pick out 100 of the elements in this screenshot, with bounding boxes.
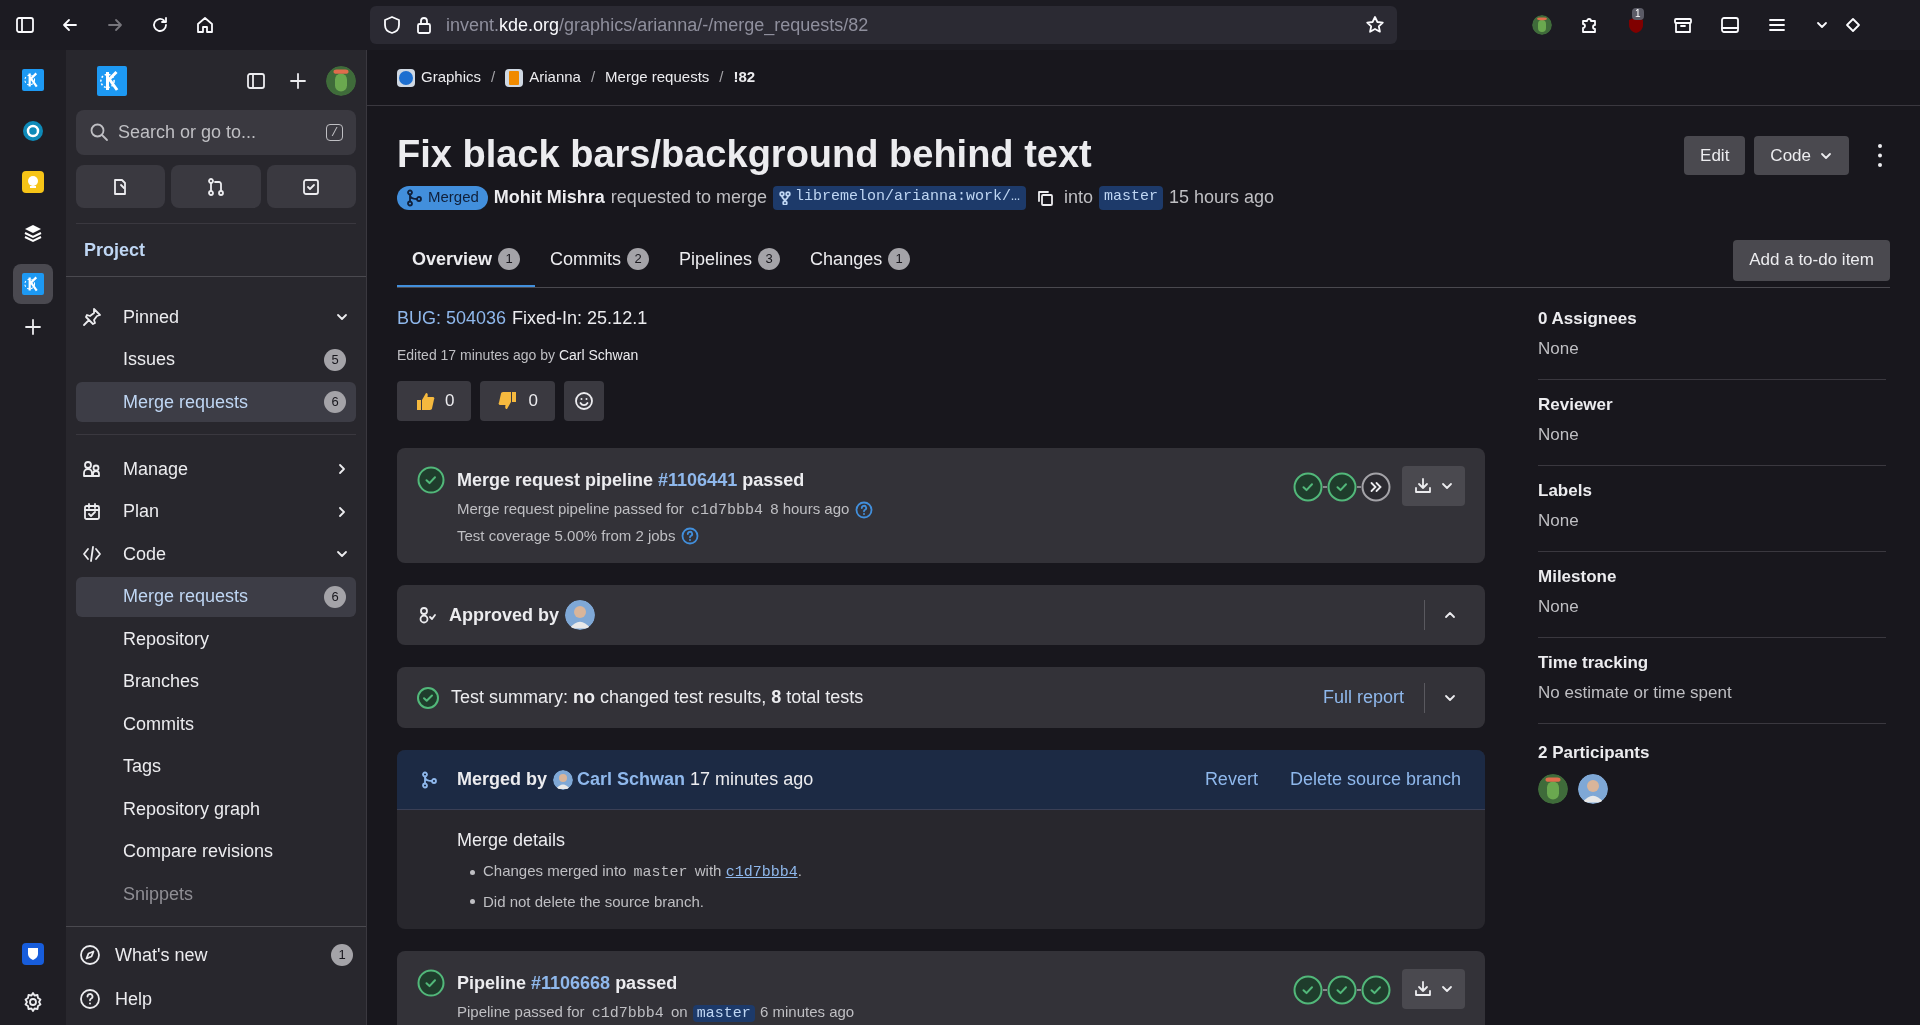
tab[interactable]: Commits 2: [535, 233, 665, 287]
nav-section[interactable]: Manage: [76, 449, 356, 489]
sidebar-toggle-icon[interactable]: [246, 71, 266, 91]
extension-badge: 1: [1632, 8, 1644, 20]
nav-item[interactable]: Tags: [76, 746, 356, 787]
nav-item[interactable]: Snippets: [76, 874, 356, 914]
pipeline-link[interactable]: #1106668: [531, 973, 611, 993]
author-link[interactable]: Carl Schwan: [558, 347, 639, 363]
code-dropdown[interactable]: Code: [1754, 136, 1849, 175]
sidebar-toggle-icon[interactable]: [15, 15, 35, 35]
nav-section[interactable]: Code: [76, 534, 356, 574]
action-link[interactable]: Revert: [1204, 766, 1258, 793]
issue-button[interactable]: [76, 165, 166, 208]
passed-stage-icon[interactable]: [1361, 975, 1391, 1005]
smiley-icon: [573, 391, 594, 411]
help-icon[interactable]: [681, 526, 700, 545]
ring-icon: [22, 120, 44, 142]
puzzle-icon[interactable]: [1579, 15, 1599, 35]
approvers-icon: [417, 605, 437, 625]
skipped-stage-icon[interactable]: [1361, 472, 1391, 502]
tab[interactable]: Overview 1: [397, 233, 536, 287]
sidebar-heading: Reviewer: [1538, 394, 1614, 416]
breadcrumb-link[interactable]: !82: [733, 66, 756, 89]
user-avatar: [326, 66, 356, 96]
lock-icon: [414, 15, 434, 35]
star-icon[interactable]: [1365, 15, 1385, 35]
nav-item[interactable]: Repository: [76, 619, 356, 659]
add-reaction-button[interactable]: [563, 381, 604, 421]
add-icon[interactable]: [288, 71, 308, 91]
count-badge: 6: [324, 391, 346, 413]
thumbs-up-icon: [414, 390, 436, 412]
address-bar[interactable]: invent.kde.org/graphics/arianna/-/merge_requests/82: [370, 6, 1397, 44]
url-text: invent.kde.org/graphics/arianna/-/merge_requests/82: [446, 13, 869, 38]
commit-link[interactable]: c1d7bbb4: [725, 864, 798, 881]
count-badge: 2: [627, 248, 650, 270]
add-todo-button[interactable]: Add a to-do item: [1733, 239, 1890, 281]
app-button[interactable]: [13, 264, 53, 304]
tab[interactable]: Changes 1: [795, 233, 926, 287]
sidebar-value: No estimate or time spent: [1538, 681, 1733, 704]
tab[interactable]: Pipelines 3: [664, 233, 796, 287]
test-summary-text: Test summary: no changed test results, 8 total tests: [451, 686, 864, 709]
bug-link[interactable]: BUG: 504036: [397, 305, 507, 332]
pipeline-link[interactable]: #1106441: [658, 470, 738, 490]
edit-button[interactable]: Edit: [1684, 136, 1746, 175]
copy-icon[interactable]: [1036, 188, 1054, 207]
reaction-button[interactable]: 0: [397, 381, 472, 421]
breadcrumb-separator: /: [590, 67, 596, 88]
nav-section[interactable]: Plan: [76, 491, 356, 532]
user-link[interactable]: Carl Schwan: [577, 766, 686, 793]
pipeline-title: Pipeline #1106668 passed: [457, 972, 679, 995]
todo-icon: [301, 176, 322, 197]
window-icon[interactable]: [1720, 15, 1740, 35]
add-icon[interactable]: [23, 317, 43, 337]
sidebar-value: None: [1538, 423, 1580, 446]
nav-item[interactable]: Issues 5: [76, 339, 356, 380]
sidebar-value: None: [1538, 595, 1580, 618]
download-dropdown[interactable]: [1402, 466, 1465, 506]
breadcrumb-separator: /: [491, 67, 496, 88]
nav-item[interactable]: Merge requests 6: [76, 382, 356, 422]
nav-section[interactable]: Pinned: [76, 297, 356, 337]
detail-text: Did not delete the source branch.: [483, 891, 704, 912]
nav-item[interactable]: Compare revisions: [76, 831, 356, 872]
todo-button[interactable]: [266, 165, 356, 208]
bitwarden-shield-icon[interactable]: [22, 943, 44, 965]
home-icon[interactable]: [195, 15, 215, 35]
footer-link[interactable]: What's new 1: [76, 933, 356, 977]
passed-stage-icon[interactable]: [1293, 975, 1323, 1005]
detail-text: Changes merged into master with c1d7bbb4.: [483, 861, 802, 883]
sidebar-heading: 0 Assignees: [1538, 308, 1638, 330]
sidebar-heading: Labels: [1538, 480, 1593, 502]
page-title: Fix black bars/background behind text: [397, 132, 1093, 176]
pipeline-title: Merge request pipeline #1106441 passed: [457, 469, 806, 492]
merge-request-button[interactable]: [171, 165, 261, 208]
download-dropdown[interactable]: [1402, 969, 1465, 1009]
pipeline-details: Merge request pipeline passed for c1d7bbb4 8 hours ago: [457, 499, 850, 521]
nav-item[interactable]: Branches: [76, 661, 356, 702]
archive-icon[interactable]: [1673, 15, 1693, 35]
settings-icon[interactable]: [22, 991, 44, 1013]
full-report-link[interactable]: Full report: [1322, 684, 1404, 711]
footer-link[interactable]: Help: [76, 977, 356, 1021]
breadcrumb-link[interactable]: Arianna: [505, 66, 581, 89]
reaction-button[interactable]: 0: [480, 381, 555, 421]
branch-label[interactable]: master: [1099, 185, 1164, 210]
nav-item[interactable]: Merge requests 6: [76, 576, 356, 617]
nav-item[interactable]: Commits: [76, 704, 356, 744]
nav-item[interactable]: Repository graph: [76, 789, 356, 829]
passed-stage-icon[interactable]: [1327, 975, 1357, 1005]
author-name[interactable]: Mohit Mishra: [493, 184, 605, 211]
breadcrumb-link[interactable]: Merge requests: [605, 66, 710, 89]
search-icon: [89, 122, 109, 142]
plan-icon: [82, 501, 102, 522]
breadcrumb-link[interactable]: Graphics: [397, 66, 482, 89]
passed-stage-icon[interactable]: [1327, 472, 1357, 502]
merge-icon: [421, 770, 438, 789]
action-link[interactable]: Delete source branch: [1289, 766, 1461, 793]
branch-label[interactable]: libremelon/arianna:work/…: [772, 185, 1026, 210]
reload-icon[interactable]: [150, 15, 170, 35]
passed-stage-icon[interactable]: [1293, 472, 1323, 502]
help-icon[interactable]: [855, 501, 874, 520]
kde-logo-icon: [22, 273, 44, 295]
